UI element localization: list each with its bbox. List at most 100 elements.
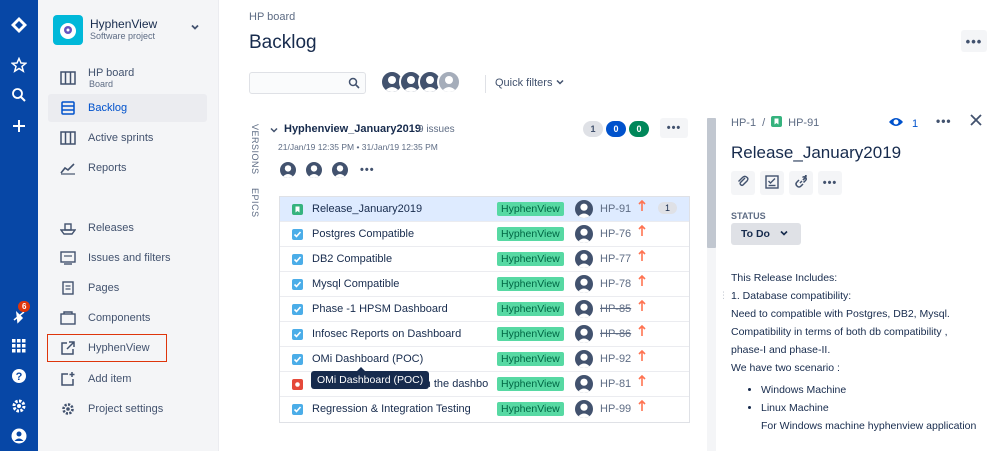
issue-row[interactable]: Infosec Reports on Dashboard HyphenView HP… (280, 322, 689, 347)
breadcrumb[interactable]: HP board (249, 11, 295, 23)
epic-lozenge[interactable]: HyphenView (497, 352, 564, 366)
issue-row[interactable]: Mysql Compatible HyphenView HP-78 (280, 272, 689, 297)
sidebar-item-pages[interactable]: Pages (48, 274, 207, 302)
epic-lozenge[interactable]: HyphenView (497, 277, 564, 291)
avatar[interactable] (575, 300, 593, 318)
status-dropdown[interactable]: To Do (731, 223, 801, 245)
sidebar-item-add-item[interactable]: Add item (48, 365, 207, 393)
issue-key[interactable]: HP-92 (600, 353, 631, 365)
star-icon[interactable] (0, 52, 38, 78)
chevron-down-icon[interactable] (270, 125, 278, 137)
avatar[interactable] (437, 70, 461, 94)
project-name[interactable]: HyphenView (90, 17, 157, 31)
board-icon (60, 70, 76, 86)
detail-more-button[interactable]: ••• (936, 114, 952, 128)
issue-row[interactable]: DB2 Compatible HyphenView HP-77 (280, 247, 689, 272)
sidebar-item-releases[interactable]: Releases (48, 214, 207, 242)
close-icon[interactable] (970, 113, 982, 130)
quick-filters-label: Quick filters (495, 77, 553, 89)
avatar[interactable] (304, 160, 324, 180)
apps-grid-icon[interactable] (0, 333, 38, 359)
sidebar-item-board[interactable]: HP board (48, 64, 207, 92)
user-profile-icon[interactable] (0, 423, 38, 449)
task-icon (292, 329, 303, 340)
sprint-more-button[interactable]: ••• (660, 118, 688, 138)
priority-high-icon (638, 399, 646, 415)
more-actions-button[interactable]: ••• (818, 171, 842, 195)
sprint-name[interactable]: Hyphenview_January2019 (284, 123, 421, 135)
sprint-dates: 21/Jan/19 12:35 PM • 31/Jan/19 12:35 PM (278, 142, 438, 152)
sidebar-item-project-settings[interactable]: Project settings (48, 395, 207, 423)
avatar[interactable] (575, 275, 593, 293)
issue-summary: DB2 Compatible (312, 253, 393, 265)
task-icon (292, 279, 303, 290)
page-more-button[interactable]: ••• (961, 30, 987, 52)
scrollbar-thumb[interactable] (707, 118, 716, 248)
issue-key[interactable]: HP-78 (600, 278, 631, 290)
issue-key[interactable]: HP-85 (600, 303, 631, 315)
issue-key[interactable]: HP-91 (788, 117, 819, 129)
issue-row[interactable]: Release_January2019 HyphenView HP-91 1 (280, 197, 689, 222)
avatar[interactable] (575, 375, 593, 393)
issue-row[interactable]: Phase -1 HPSM Dashboard HyphenView HP-85 (280, 297, 689, 322)
more-assignees-icon[interactable]: ••• (360, 164, 375, 176)
attach-button[interactable] (731, 171, 755, 195)
epic-lozenge[interactable]: HyphenView (497, 227, 564, 241)
assignee-filter-avatars (380, 70, 461, 94)
avatar[interactable] (575, 250, 593, 268)
issue-key[interactable]: HP-86 (600, 328, 631, 340)
issue-key[interactable]: HP-77 (600, 253, 631, 265)
versions-tab[interactable]: VERSIONS (250, 124, 260, 175)
epic-lozenge[interactable]: HyphenView (497, 302, 564, 316)
sidebar-item-components[interactable]: Components (48, 304, 207, 332)
settings-icon[interactable] (0, 393, 38, 419)
jira-logo-icon[interactable] (0, 12, 38, 38)
search-input[interactable] (249, 72, 366, 94)
avatar[interactable] (575, 325, 593, 343)
sidebar-board-label: HP board (88, 67, 135, 79)
parent-issue-key[interactable]: HP-1 (731, 117, 756, 129)
epics-tab[interactable]: EPICS (250, 188, 260, 218)
issue-description[interactable]: This Release Includes: 1. Database compa… (731, 269, 976, 435)
issue-key[interactable]: HP-76 (600, 228, 631, 240)
epic-lozenge[interactable]: HyphenView (497, 327, 564, 341)
search-icon[interactable] (0, 82, 38, 108)
avatar[interactable] (575, 200, 593, 218)
project-avatar[interactable] (53, 15, 83, 45)
subtask-button[interactable] (760, 171, 784, 195)
epic-lozenge[interactable]: HyphenView (497, 252, 564, 266)
avatar[interactable] (575, 350, 593, 368)
epic-lozenge[interactable]: HyphenView (497, 377, 564, 391)
issue-key[interactable]: HP-91 (600, 203, 631, 215)
panel-resize-handle[interactable]: ⋮ (719, 290, 728, 301)
estimate-badge: 1 (658, 202, 678, 214)
project-type: Software project (90, 31, 156, 41)
watchers-button[interactable]: 1 (888, 116, 918, 131)
sidebar-item-hyphenview[interactable]: HyphenView (47, 334, 167, 362)
component-icon (60, 310, 76, 326)
sidebar-item-issues-and-filters[interactable]: Issues and filters (48, 244, 207, 272)
quick-filters-dropdown[interactable]: Quick filters (495, 77, 564, 89)
avatar[interactable] (330, 160, 350, 180)
issue-row[interactable]: Postgres Compatible HyphenView HP-76 (280, 222, 689, 247)
help-icon[interactable]: ? (0, 363, 38, 389)
chevron-down-icon[interactable] (190, 22, 200, 35)
sidebar-item-backlog[interactable]: Backlog (48, 94, 207, 122)
issue-key[interactable]: HP-81 (600, 378, 631, 390)
link-issue-button[interactable] (789, 171, 813, 195)
issue-row[interactable]: Regression & Integration Testing HyphenVi… (280, 397, 689, 422)
avatar[interactable] (278, 160, 298, 180)
breadcrumb-separator: / (762, 117, 766, 129)
issue-title[interactable]: Release_January2019 (731, 143, 901, 163)
issue-key[interactable]: HP-99 (600, 403, 631, 415)
sidebar-item-reports[interactable]: Reports (48, 154, 207, 182)
epic-lozenge[interactable]: HyphenView (497, 402, 564, 416)
avatar[interactable] (575, 400, 593, 418)
sidebar-item-label: Issues and filters (88, 252, 171, 264)
todo-count-badge: 1 (583, 121, 603, 137)
issue-row[interactable]: OMi Dashboard (POC) HyphenView HP-92 (280, 347, 689, 372)
sidebar-item-active-sprints[interactable]: Active sprints (48, 124, 207, 152)
plus-icon[interactable] (0, 113, 38, 139)
avatar[interactable] (575, 225, 593, 243)
epic-lozenge[interactable]: HyphenView (497, 202, 564, 216)
